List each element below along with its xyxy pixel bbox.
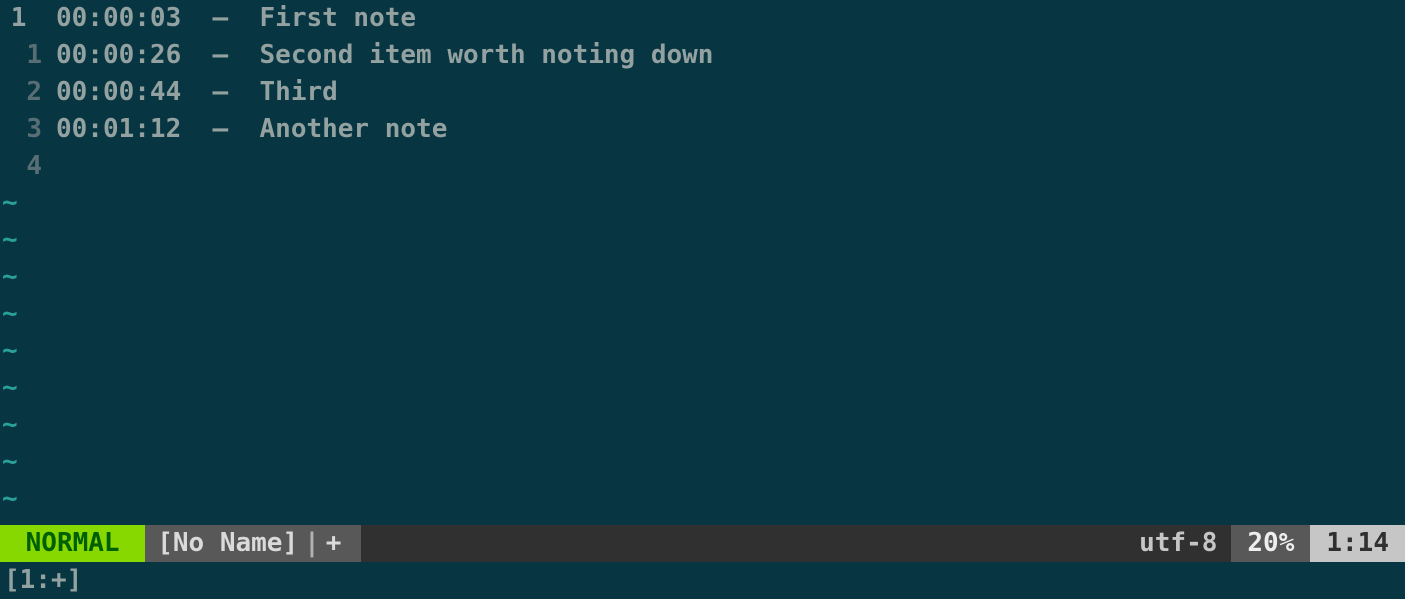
empty-line-marker: ~ — [0, 333, 1405, 370]
tilde-icon: ~ — [0, 333, 46, 370]
line-content[interactable]: 00:01:12 – Another note — [46, 111, 447, 148]
mode-indicator: NORMAL — [0, 525, 145, 562]
buffer-line[interactable]: 4 — [0, 148, 1405, 185]
empty-line-marker: ~ — [0, 370, 1405, 407]
buffer-line[interactable]: 300:01:12 – Another note — [0, 111, 1405, 148]
tilde-icon: ~ — [0, 407, 46, 444]
line-content[interactable]: 00:00:44 – Third — [46, 74, 338, 111]
empty-line-marker: ~ — [0, 222, 1405, 259]
timestamp: 00:01:12 — [56, 114, 181, 144]
note-text: Another note — [260, 114, 448, 144]
text-buffer[interactable]: 1 00:00:03 – First note100:00:26 – Secon… — [0, 0, 1405, 525]
separator-dash: – — [181, 40, 259, 70]
buffer-line[interactable]: 1 00:00:03 – First note — [0, 0, 1405, 37]
tilde-icon: ~ — [0, 185, 46, 222]
separator-dash: – — [181, 3, 259, 33]
status-line: NORMAL [No Name] | + utf-8 20% 1:14 — [0, 525, 1405, 562]
line-number: 1 — [0, 0, 46, 37]
tilde-icon: ~ — [0, 370, 46, 407]
separator-dash: – — [181, 114, 259, 144]
buffer-line[interactable]: 200:00:44 – Third — [0, 74, 1405, 111]
encoding-segment: utf-8 — [1125, 525, 1231, 562]
separator-dash: – — [181, 77, 259, 107]
empty-line-marker: ~ — [0, 444, 1405, 481]
position-segment: 1:14 — [1310, 525, 1405, 562]
timestamp: 00:00:03 — [56, 3, 181, 33]
note-text: First note — [260, 3, 417, 33]
tabline-indicator: [1:+] — [4, 562, 82, 599]
empty-line-marker: ~ — [0, 185, 1405, 222]
filename-segment: [No Name] | + — [145, 525, 361, 562]
empty-line-marker: ~ — [0, 481, 1405, 518]
line-number: 2 — [0, 74, 46, 111]
line-number: 3 — [0, 111, 46, 148]
line-number: 4 — [0, 148, 46, 185]
empty-line-marker: ~ — [0, 296, 1405, 333]
empty-line-marker: ~ — [0, 259, 1405, 296]
line-content[interactable]: 00:00:03 – First note — [46, 0, 416, 37]
timestamp: 00:00:26 — [56, 40, 181, 70]
timestamp: 00:00:44 — [56, 77, 181, 107]
note-text: Third — [260, 77, 338, 107]
editor-window: 1 00:00:03 – First note100:00:26 – Secon… — [0, 0, 1405, 599]
buffer-line[interactable]: 100:00:26 – Second item worth noting dow… — [0, 37, 1405, 74]
line-content[interactable]: 00:00:26 – Second item worth noting down — [46, 37, 713, 74]
filename-label: [No Name] — [157, 525, 298, 562]
empty-line-marker: ~ — [0, 407, 1405, 444]
separator-pipe: | — [298, 525, 326, 562]
modified-flag: + — [326, 525, 350, 562]
tilde-icon: ~ — [0, 222, 46, 259]
tilde-icon: ~ — [0, 444, 46, 481]
tilde-icon: ~ — [0, 481, 46, 518]
line-number: 1 — [0, 37, 46, 74]
percent-segment: 20% — [1231, 525, 1310, 562]
command-line[interactable]: [1:+] — [0, 562, 1405, 599]
note-text: Second item worth noting down — [260, 40, 714, 70]
tilde-icon: ~ — [0, 296, 46, 333]
tilde-icon: ~ — [0, 259, 46, 296]
